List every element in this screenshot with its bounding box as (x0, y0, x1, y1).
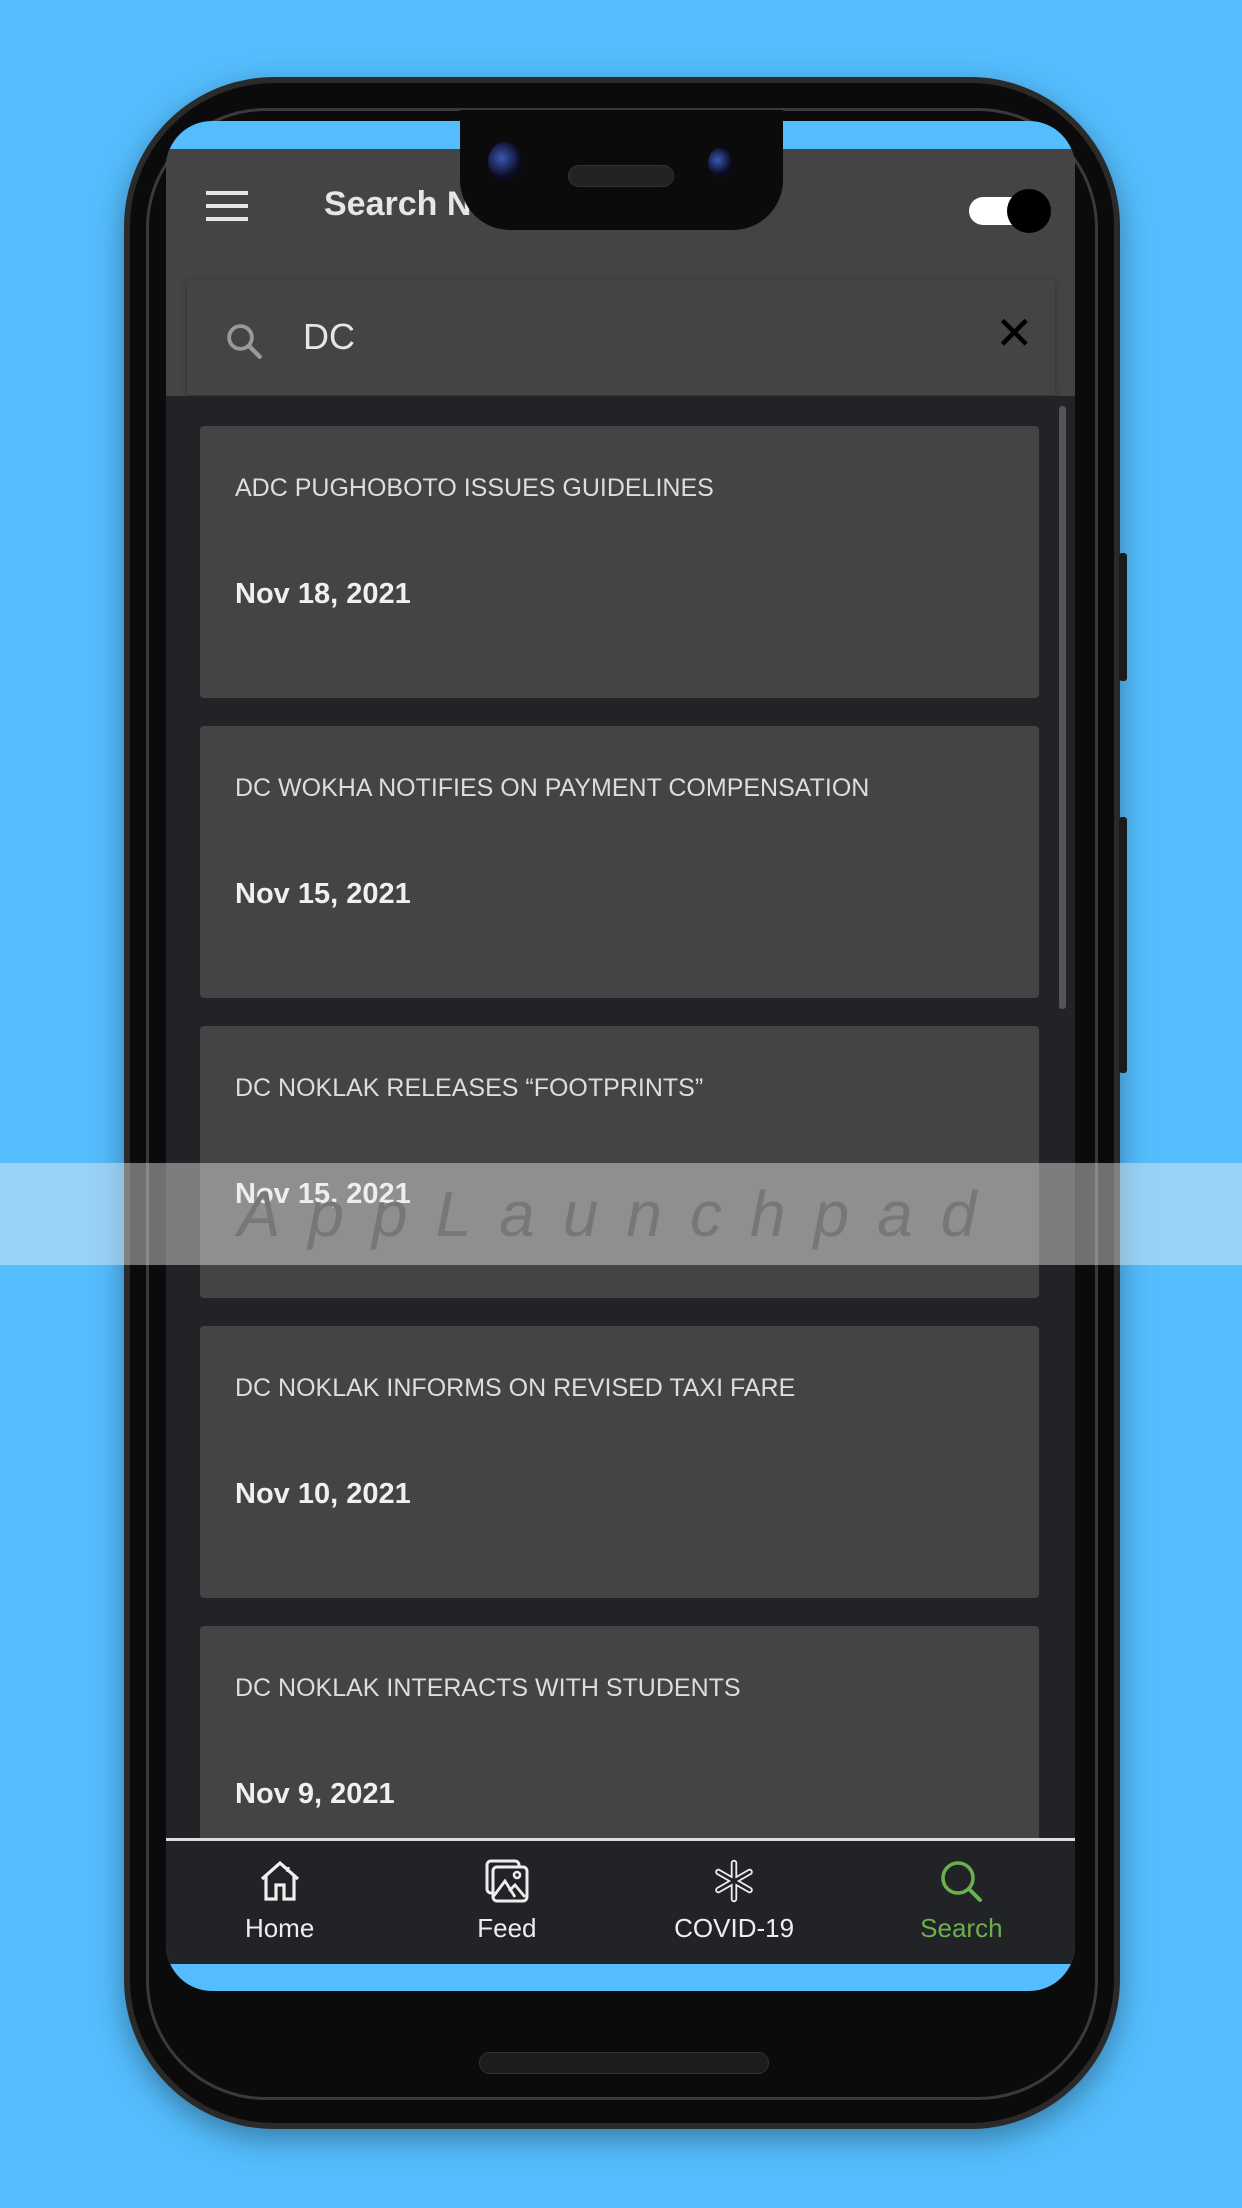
sensor-icon (708, 148, 732, 178)
item-title: ADC PUGHOBOTO ISSUES GUIDELINES (235, 474, 714, 502)
watermark-text: AppLaunchpad (237, 1178, 1005, 1250)
item-title: DC NOKLAK RELEASES “FOOTPRINTS” (235, 1074, 704, 1102)
home-indicator (479, 2052, 769, 2074)
item-date: Nov 15, 2021 (235, 878, 411, 910)
screen: Search News ✕ ADC PUGHOBOTO ISSUES GUIDE… (166, 121, 1075, 1991)
search-input[interactable] (303, 312, 903, 362)
watermark: AppLaunchpad (0, 1163, 1242, 1265)
results-list: ADC PUGHOBOTO ISSUES GUIDELINES Nov 18, 2… (166, 396, 1075, 1838)
close-icon[interactable]: ✕ (995, 310, 1034, 356)
search-icon (941, 1861, 983, 1902)
nav-covid[interactable]: COVID-19 (621, 1841, 848, 1964)
notch (460, 110, 783, 230)
bottom-nav: Home Feed COVID-19 Search (166, 1838, 1075, 1964)
asterisk-icon (715, 1859, 753, 1903)
list-item[interactable]: DC NOKLAK INFORMS ON REVISED TAXI FARE No… (200, 1326, 1039, 1598)
camera-icon (488, 142, 522, 182)
item-date: Nov 9, 2021 (235, 1778, 395, 1810)
app: Search News ✕ ADC PUGHOBOTO ISSUES GUIDE… (166, 149, 1075, 1964)
list-item[interactable]: DC NOKLAK INTERACTS WITH STUDENTS Nov 9, … (200, 1626, 1039, 1838)
volume-button (1119, 817, 1127, 1073)
search-bar: ✕ (187, 280, 1055, 395)
list-item[interactable]: DC WOKHA NOTIFIES ON PAYMENT COMPENSATIO… (200, 726, 1039, 998)
nav-label: Search (920, 1913, 1003, 1943)
nav-label: COVID-19 (674, 1913, 795, 1943)
item-title: DC NOKLAK INTERACTS WITH STUDENTS (235, 1674, 741, 1702)
item-title: DC NOKLAK INFORMS ON REVISED TAXI FARE (235, 1374, 796, 1402)
home-icon (260, 1860, 299, 1901)
nav-home[interactable]: Home (166, 1841, 393, 1964)
search-icon (227, 324, 262, 359)
item-date: Nov 18, 2021 (235, 578, 411, 610)
item-date: Nov 10, 2021 (235, 1478, 411, 1510)
speaker (568, 165, 674, 187)
power-button (1119, 553, 1127, 681)
nav-label: Feed (477, 1913, 537, 1943)
nav-feed[interactable]: Feed (393, 1841, 620, 1964)
scrollbar[interactable] (1059, 406, 1066, 1009)
nav-label: Home (244, 1913, 315, 1943)
menu-icon[interactable] (206, 191, 248, 221)
theme-toggle[interactable] (969, 189, 1051, 235)
list-item[interactable]: ADC PUGHOBOTO ISSUES GUIDELINES Nov 18, 2… (200, 426, 1039, 698)
nav-search[interactable]: Search (848, 1841, 1075, 1964)
gallery-icon (485, 1859, 529, 1903)
item-title: DC WOKHA NOTIFIES ON PAYMENT COMPENSATIO… (235, 774, 870, 802)
